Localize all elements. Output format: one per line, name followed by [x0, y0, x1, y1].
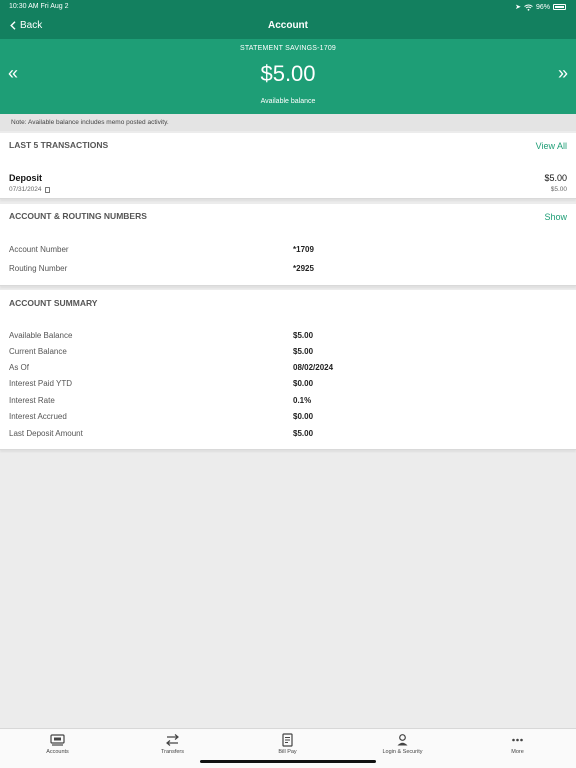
- account-header: 10:30 AM Fri Aug 2 ➤ 96% Back Account « …: [0, 0, 576, 114]
- accounts-icon: [50, 734, 65, 746]
- status-right: ➤ 96%: [515, 3, 566, 11]
- page-title: Account: [268, 20, 308, 31]
- tab-label: Login & Security: [382, 749, 423, 755]
- bill-pay-icon: [282, 733, 293, 747]
- balance-label: Available balance: [260, 98, 316, 105]
- transaction-balance: $5.00: [550, 186, 567, 193]
- account-number-value: *1709: [293, 245, 314, 254]
- account-name: STATEMENT SAVINGS-1709: [239, 45, 337, 52]
- transaction-date-wrap: 07/31/2024: [9, 186, 50, 193]
- tab-label: More: [511, 749, 524, 755]
- summary-label: Available Balance: [9, 331, 73, 340]
- battery-percent: 96%: [535, 3, 550, 11]
- summary-value: $5.00: [293, 347, 314, 356]
- summary-label: Interest Rate: [9, 396, 55, 405]
- nav-bar: Back Account: [0, 14, 576, 39]
- account-number-label: Account Number: [9, 245, 69, 254]
- wifi-icon: [524, 4, 533, 11]
- transaction-date: 07/31/2024: [9, 186, 42, 193]
- summary-label: Interest Accrued: [9, 412, 67, 421]
- tab-label: Transfers: [160, 749, 185, 755]
- tab-label: Accounts: [46, 749, 69, 755]
- balance-note: Note: Available balance includes memo po…: [0, 114, 576, 131]
- status-time: 10:30 AM Fri Aug 2: [9, 3, 69, 10]
- more-icon: [512, 738, 523, 742]
- transfers-icon: [166, 734, 179, 746]
- document-icon: [44, 186, 50, 193]
- summary-value: 08/02/2024: [293, 363, 334, 372]
- summary-value: $0.00: [293, 379, 314, 388]
- summary-value: $0.00: [293, 412, 314, 421]
- tab-transfers[interactable]: Transfers: [115, 733, 230, 755]
- transactions-title: LAST 5 TRANSACTIONS: [9, 140, 109, 150]
- transactions-card: LAST 5 TRANSACTIONS View All Deposit 07/…: [0, 133, 576, 199]
- summary-value: $5.00: [293, 429, 314, 438]
- summary-card: ACCOUNT SUMMARY Available Balance $5.00 …: [0, 290, 576, 450]
- tab-bill-pay[interactable]: Bill Pay: [230, 733, 345, 755]
- account-balance: $5.00: [260, 61, 316, 86]
- show-link[interactable]: Show: [544, 212, 567, 222]
- transaction-amount: $5.00: [544, 173, 567, 183]
- routing-title: ACCOUNT & ROUTING NUMBERS: [9, 211, 147, 221]
- summary-value: $5.00: [293, 331, 314, 340]
- summary-value: 0.1%: [293, 396, 312, 405]
- user-icon: [397, 734, 408, 746]
- summary-label: Last Deposit Amount: [9, 429, 83, 438]
- routing-number-value: *2925: [293, 264, 314, 273]
- view-all-link[interactable]: View All: [536, 141, 567, 151]
- summary-label: Interest Paid YTD: [9, 379, 72, 388]
- routing-number-label: Routing Number: [9, 264, 68, 273]
- status-bar: 10:30 AM Fri Aug 2 ➤ 96%: [0, 0, 576, 14]
- summary-label: As Of: [9, 363, 30, 372]
- routing-card: ACCOUNT & ROUTING NUMBERS Show Account N…: [0, 204, 576, 286]
- tab-login-security[interactable]: Login & Security: [345, 733, 460, 755]
- location-icon: ➤: [515, 4, 521, 11]
- tab-more[interactable]: More: [460, 733, 575, 755]
- transaction-title: Deposit: [9, 173, 43, 183]
- summary-label: Current Balance: [9, 347, 67, 356]
- home-indicator: [200, 760, 376, 763]
- battery-icon: [553, 4, 566, 10]
- next-account-icon[interactable]: »: [558, 64, 568, 82]
- summary-title: ACCOUNT SUMMARY: [9, 298, 98, 308]
- tab-label: Bill Pay: [278, 749, 297, 755]
- tab-accounts[interactable]: Accounts: [0, 733, 115, 755]
